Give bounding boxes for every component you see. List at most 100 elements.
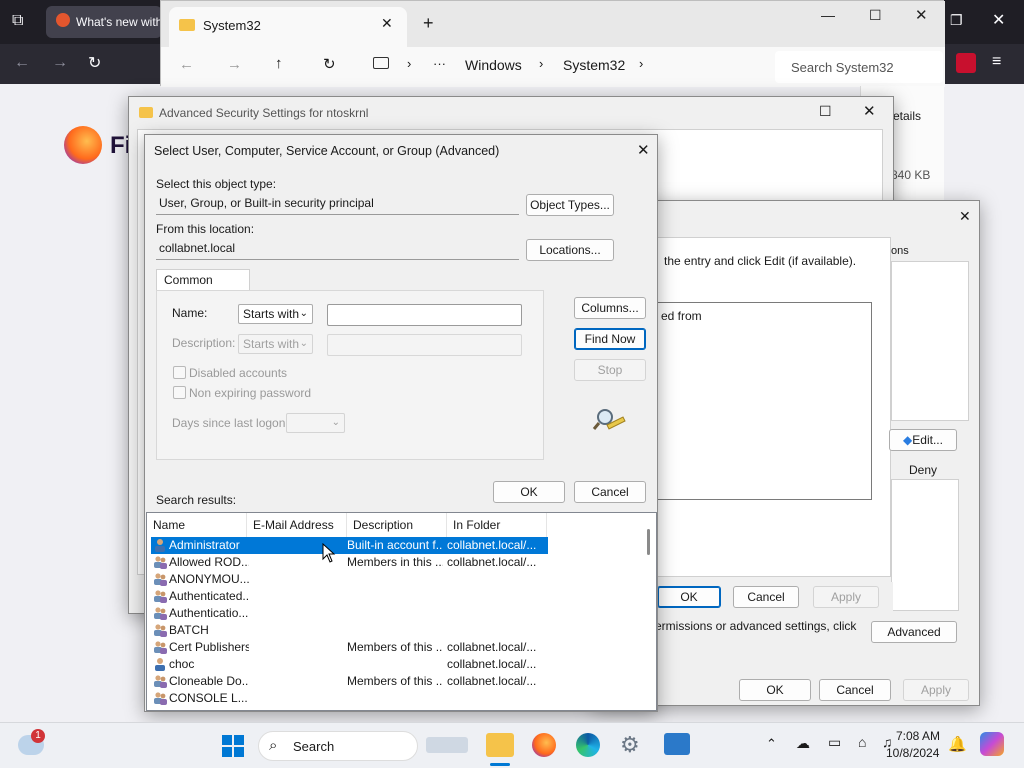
disabled-accounts-checkbox[interactable] <box>173 366 186 379</box>
chevron-down-icon: ⌄ <box>331 417 340 428</box>
apply-button[interactable]: Apply <box>813 586 879 608</box>
clock-time[interactable]: 7:08 AM <box>896 729 940 743</box>
maximize-icon[interactable]: ☐ <box>819 103 832 120</box>
settings-icon[interactable]: ⚙ <box>620 732 640 758</box>
search-highlight-icon[interactable] <box>426 737 468 753</box>
up-icon[interactable]: ↑ <box>275 55 283 72</box>
non-expiring-label: Non expiring password <box>189 386 312 400</box>
folder-icon <box>179 19 195 31</box>
table-row[interactable]: BATCH <box>151 622 548 639</box>
column-header-in-folder[interactable]: In Folder <box>447 513 547 537</box>
taskbar-search-label: Search <box>293 739 335 754</box>
forward-icon[interactable]: → <box>227 56 242 73</box>
stop-button[interactable]: Stop <box>574 359 646 381</box>
edge-icon[interactable] <box>576 733 600 757</box>
onedrive-icon[interactable]: ☁ <box>796 735 810 752</box>
notification-badge: 1 <box>31 729 45 743</box>
breadcrumb-system32[interactable]: System32 <box>563 57 625 73</box>
description-operator-value: Starts with <box>243 337 300 351</box>
cell-name: Cert Publishers <box>169 640 249 654</box>
back-icon[interactable]: ← <box>179 56 194 73</box>
breadcrumb-windows[interactable]: Windows <box>465 57 522 73</box>
breadcrumb-more[interactable]: ··· <box>433 56 446 71</box>
close-icon[interactable]: ✕ <box>637 141 650 159</box>
non-expiring-checkbox[interactable] <box>173 386 186 399</box>
cancel-button[interactable]: Cancel <box>574 481 646 503</box>
days-since-select[interactable]: ⌄ <box>286 413 345 433</box>
ok-button[interactable]: OK <box>657 586 721 608</box>
scrollbar-thumb[interactable] <box>647 529 650 555</box>
table-row[interactable]: Cloneable Do... Members of this ... collab… <box>151 673 548 690</box>
table-row[interactable]: CONSOLE L... <box>151 690 548 707</box>
table-row[interactable]: choc collabnet.local/... <box>151 656 548 673</box>
object-types-button[interactable]: Object Types... <box>526 194 614 216</box>
explorer-tab[interactable]: System32 ✕ <box>169 7 407 47</box>
close-window-icon[interactable]: ✕ <box>915 6 928 24</box>
reload-icon[interactable]: ↻ <box>88 53 101 73</box>
computer-icon[interactable] <box>373 57 389 69</box>
description-input[interactable] <box>327 334 522 356</box>
cell-folder: collabnet.local/... <box>447 657 537 671</box>
search-input[interactable]: Search System32 <box>775 51 943 83</box>
cell-name: Authenticatio... <box>169 606 249 620</box>
file-explorer-icon[interactable] <box>486 733 514 757</box>
close-icon[interactable]: ✕ <box>959 208 971 225</box>
firefox-icon[interactable] <box>532 733 556 757</box>
search-results-list[interactable]: Name E-Mail Address Description In Folde… <box>146 512 657 711</box>
cancel-button[interactable]: Cancel <box>733 586 799 608</box>
extension-icon[interactable] <box>956 53 976 73</box>
table-row[interactable]: Allowed ROD... Members in this ... collabn… <box>151 554 548 571</box>
description-operator-select[interactable]: Starts with ⌄ <box>238 334 313 354</box>
column-header-description[interactable]: Description <box>347 513 447 537</box>
list-all-tabs-icon[interactable]: ⧉ <box>12 12 23 30</box>
location-label: From this location: <box>156 222 255 236</box>
close-icon[interactable]: ✕ <box>992 10 1005 30</box>
chevron-up-icon[interactable]: ⌃ <box>766 736 777 752</box>
advanced-hint-text: ermissions or advanced settings, click <box>655 619 857 633</box>
column-header-name[interactable]: Name <box>147 513 247 537</box>
adv-security-button-row: OK Cancel Apply <box>657 582 893 612</box>
apply-button[interactable]: Apply <box>903 679 969 701</box>
details-label: etails <box>893 109 922 123</box>
clock-date[interactable]: 10/8/2024 <box>886 746 939 760</box>
table-row[interactable]: Cert Publishers Members of this ... collab… <box>151 639 548 656</box>
dialog-title: Advanced Security Settings for ntoskrnl <box>159 106 369 120</box>
close-icon[interactable]: ✕ <box>863 102 876 120</box>
forward-icon[interactable]: → <box>52 54 68 72</box>
columns-button[interactable]: Columns... <box>574 297 646 319</box>
table-row[interactable]: Authenticated... <box>151 588 548 605</box>
windows-start-icon[interactable] <box>218 731 248 761</box>
table-row[interactable]: ANONYMOU... <box>151 571 548 588</box>
find-now-button[interactable]: Find Now <box>574 328 646 350</box>
menu-icon[interactable]: ≡ <box>992 53 1001 71</box>
ok-button[interactable]: OK <box>493 481 565 503</box>
locations-button[interactable]: Locations... <box>526 239 614 261</box>
minimize-icon[interactable]: — <box>821 7 835 23</box>
tab-partial[interactable]: ons <box>891 245 909 257</box>
table-row[interactable]: Authenticatio... <box>151 605 548 622</box>
new-tab-icon[interactable]: + <box>423 13 434 34</box>
taskbar-search[interactable]: ⌕ Search <box>258 731 418 761</box>
close-tab-icon[interactable]: ✕ <box>381 15 393 32</box>
display-icon[interactable]: ▭ <box>828 734 841 751</box>
network-icon[interactable]: ⌂ <box>858 734 866 750</box>
name-input[interactable] <box>327 304 522 326</box>
column-header-email[interactable]: E-Mail Address <box>247 513 347 537</box>
advanced-button[interactable]: Advanced <box>871 621 957 643</box>
notifications-bell-icon[interactable]: 🔔 <box>948 735 967 753</box>
copilot-icon[interactable] <box>980 732 1004 756</box>
back-icon[interactable]: ← <box>14 54 30 72</box>
restore-icon[interactable]: ❐ <box>950 12 963 29</box>
tab-common-queries[interactable]: Common Queries <box>156 269 250 307</box>
days-since-label: Days since last logon: <box>172 416 289 430</box>
group-icon <box>153 623 167 637</box>
edit-button[interactable]: ◆Edit... <box>889 429 957 451</box>
cancel-button[interactable]: Cancel <box>819 679 891 701</box>
ok-button[interactable]: OK <box>739 679 811 701</box>
refresh-icon[interactable]: ↻ <box>323 55 336 73</box>
cell-name: Administrator <box>169 538 240 552</box>
table-row[interactable]: Administrator Built-in account f... collab… <box>151 537 548 554</box>
remote-app-icon[interactable] <box>664 733 690 755</box>
name-operator-select[interactable]: Starts with ⌄ <box>238 304 313 324</box>
maximize-icon[interactable]: ☐ <box>869 7 882 24</box>
